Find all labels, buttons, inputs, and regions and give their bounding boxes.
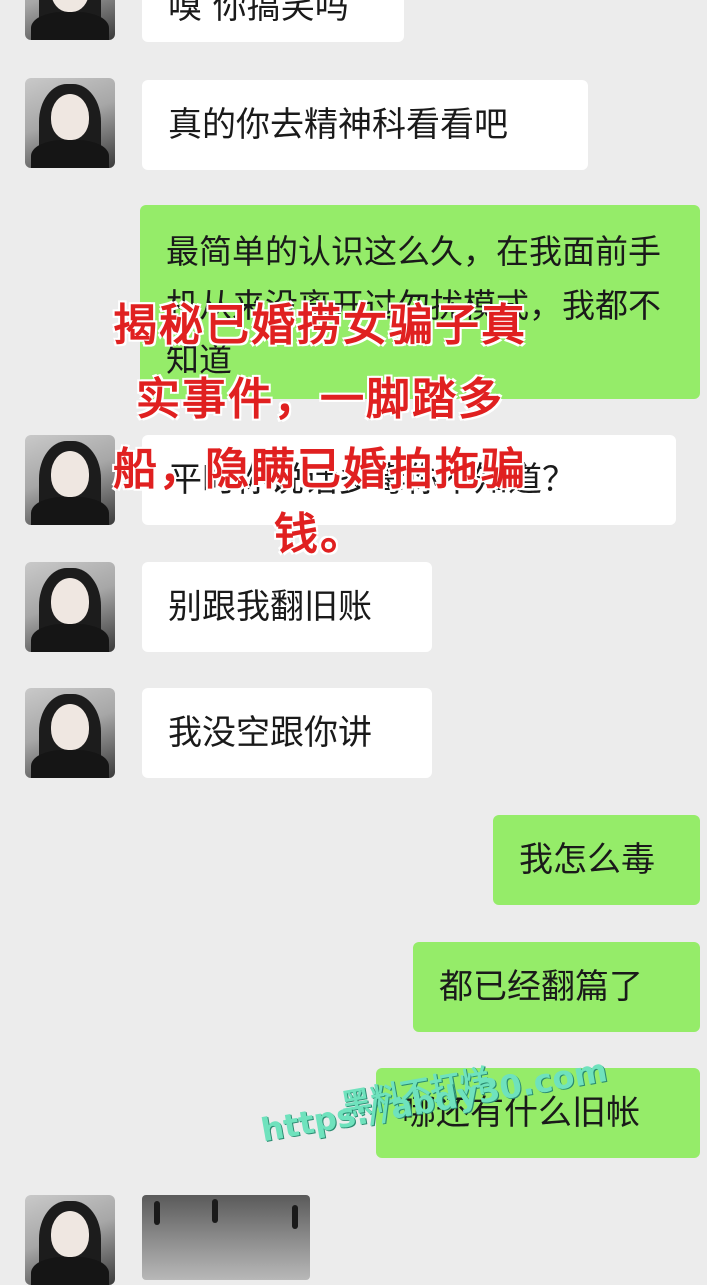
avatar-face: [51, 1211, 89, 1257]
message-bubble-mine[interactable]: 都已经翻篇了: [413, 942, 700, 1032]
avatar-body: [31, 750, 109, 778]
message-text: 别跟我翻旧账: [168, 587, 372, 627]
avatar-body: [31, 624, 109, 652]
overlay-line: 船，隐瞒已婚拍拖骗: [113, 444, 527, 495]
avatar[interactable]: [25, 688, 115, 778]
message-text: 我怎么毒: [519, 840, 655, 880]
overlay-caption: 钱。: [230, 505, 410, 565]
message-bubble[interactable]: 别跟我翻旧账: [142, 562, 432, 652]
photo-figure: [212, 1199, 218, 1223]
overlay-line: 实事件，一脚踏多: [136, 374, 504, 425]
image-message[interactable]: [142, 1195, 310, 1280]
overlay-caption: 实事件，一脚踏多: [80, 370, 560, 430]
overlay-caption: 船，隐瞒已婚拍拖骗: [60, 440, 580, 500]
message-bubble[interactable]: 我没空跟你讲: [142, 688, 432, 778]
avatar-face: [51, 704, 89, 750]
avatar[interactable]: [25, 0, 115, 40]
message-bubble[interactable]: 真的你去精神科看看吧: [142, 80, 588, 170]
overlay-line: 揭秘已婚捞女骗子真: [113, 300, 527, 351]
message-bubble-mine[interactable]: 我怎么毒: [493, 815, 700, 905]
message-text: 嗅 你搞笑吗: [168, 0, 349, 27]
message-text: 我没空跟你讲: [168, 713, 372, 753]
avatar-body: [31, 12, 109, 40]
avatar[interactable]: [25, 1195, 115, 1285]
photo-figure: [292, 1205, 298, 1229]
photo-figure: [154, 1201, 160, 1225]
overlay-caption: 揭秘已婚捞女骗子真: [60, 296, 580, 356]
message-text: 真的你去精神科看看吧: [168, 105, 508, 145]
avatar-body: [31, 140, 109, 168]
avatar-body: [31, 1257, 109, 1285]
avatar-face: [51, 578, 89, 624]
overlay-line: 钱。: [274, 509, 366, 560]
avatar-body: [31, 497, 109, 525]
avatar[interactable]: [25, 78, 115, 168]
message-bubble[interactable]: 嗅 你搞笑吗: [142, 0, 404, 42]
message-text: 都已经翻篇了: [439, 967, 643, 1007]
avatar-face: [51, 94, 89, 140]
avatar[interactable]: [25, 562, 115, 652]
